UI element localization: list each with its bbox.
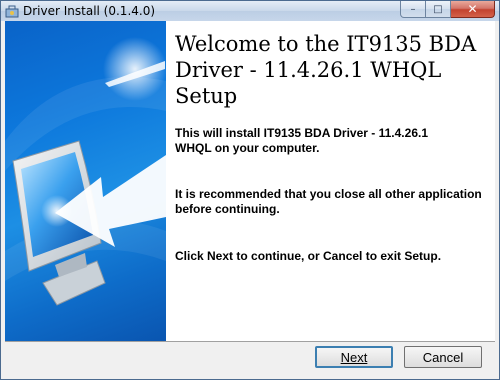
caption-buttons: – □ ✕ xyxy=(400,1,495,20)
setup-window: Driver Install (0.1.4.0) – □ ✕ Welcome t… xyxy=(0,0,500,380)
next-button-label: Next xyxy=(340,349,368,365)
welcome-content: Welcome to the IT9135 BDA Driver - 11.4.… xyxy=(166,21,495,341)
page-title: Welcome to the IT9135 BDA Driver - 11.4.… xyxy=(175,32,477,108)
close-apps-recommendation: It is recommended that you close all oth… xyxy=(175,187,482,216)
cancel-button[interactable]: Cancel xyxy=(404,346,482,368)
installer-app-icon xyxy=(5,5,19,18)
next-button[interactable]: Next xyxy=(315,346,393,368)
maximize-button[interactable]: □ xyxy=(426,1,451,18)
side-panel xyxy=(5,21,166,341)
minimize-button[interactable]: – xyxy=(400,1,426,18)
install-description: This will install IT9135 BDA Driver - 11… xyxy=(175,126,428,155)
window-title: Driver Install (0.1.4.0) xyxy=(23,4,156,18)
title-bar[interactable]: Driver Install (0.1.4.0) – □ ✕ xyxy=(1,1,499,21)
next-cancel-instructions: Click Next to continue, or Cancel to exi… xyxy=(175,249,442,263)
monitor-with-arrow-icon xyxy=(5,37,166,306)
close-button[interactable]: ✕ xyxy=(451,1,495,18)
button-bar: Next Cancel xyxy=(5,341,495,378)
wizard-body: Welcome to the IT9135 BDA Driver - 11.4.… xyxy=(5,21,495,378)
